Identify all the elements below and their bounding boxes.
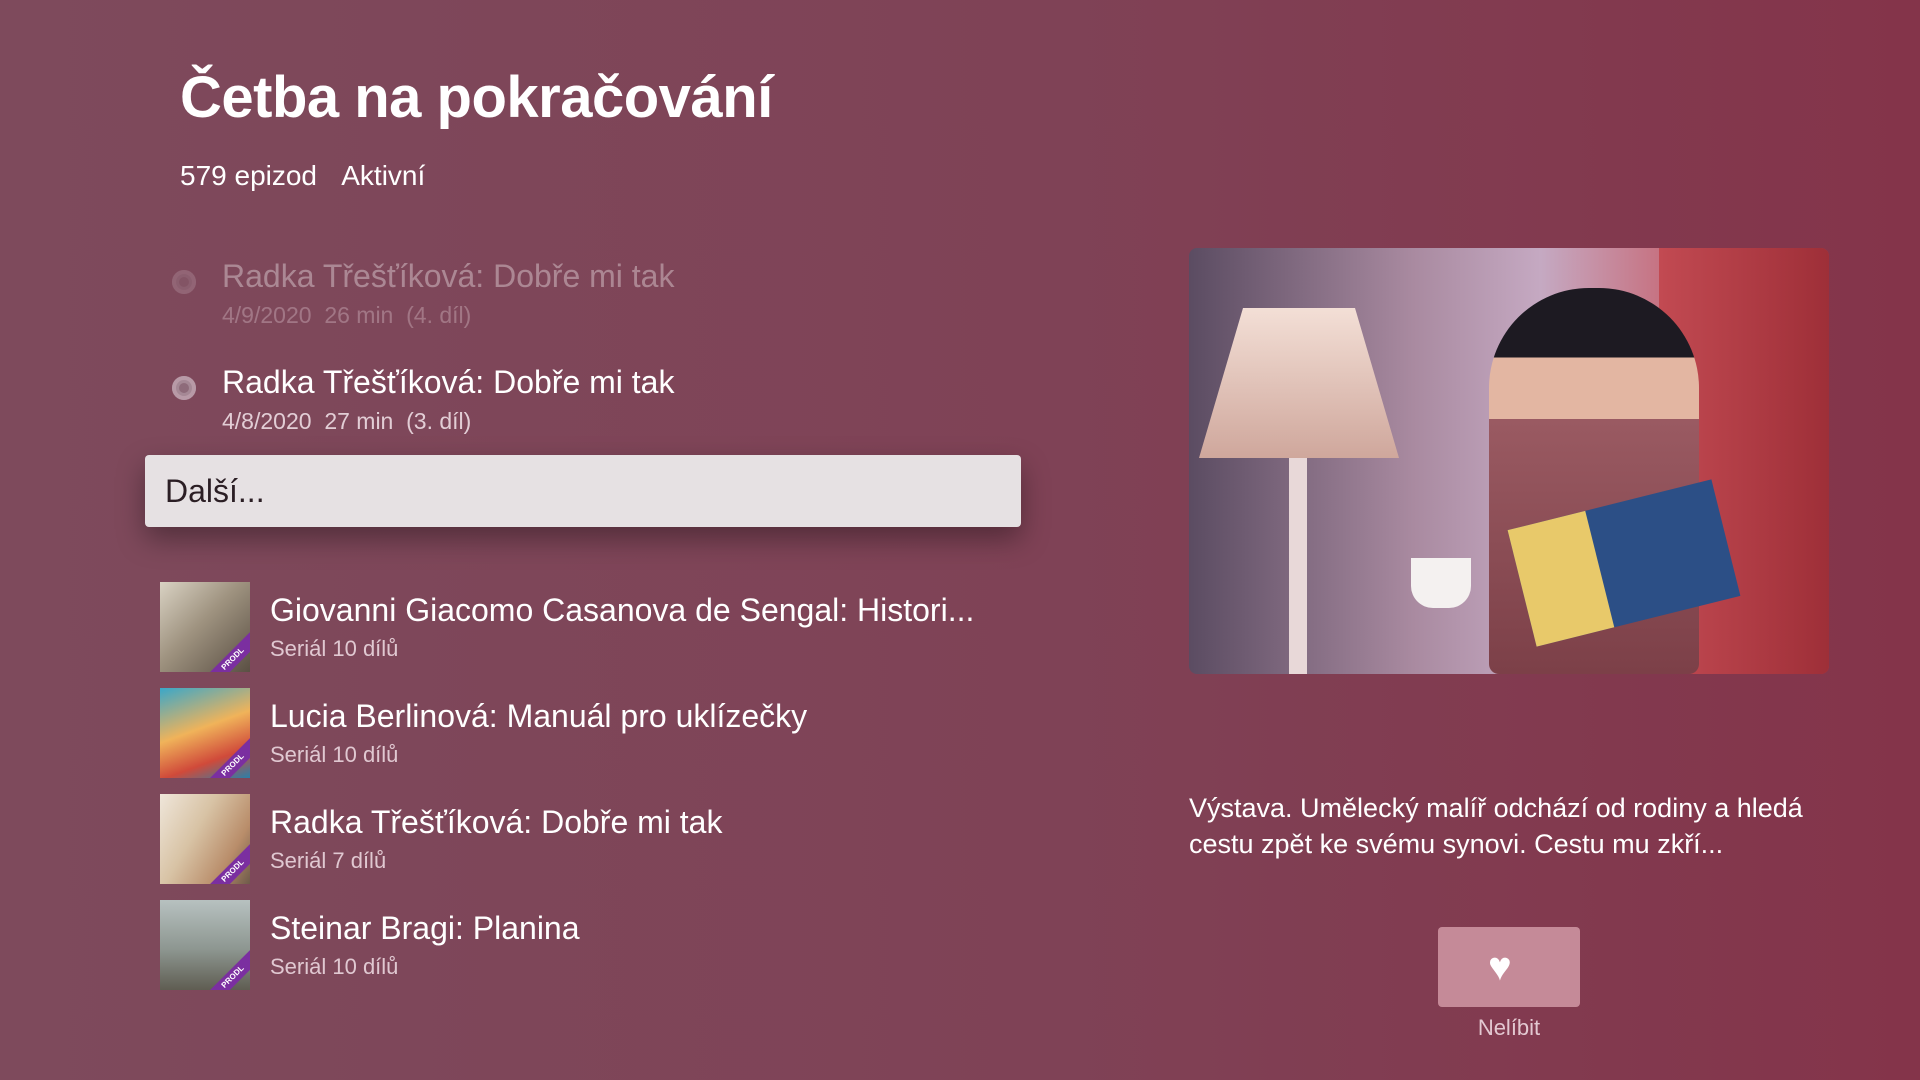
episode-date: 4/8/2020	[222, 408, 312, 434]
status-label: Aktivní	[341, 160, 426, 191]
series-thumbnail: PRODL	[160, 900, 250, 990]
series-item[interactable]: PRODL Lucia Berlinová: Manuál pro uklíze…	[160, 688, 1020, 778]
episode-duration: 27 min	[324, 408, 394, 434]
dislike-label: Nelíbit	[1477, 1015, 1541, 1040]
dislike-button[interactable]: ♥	[1438, 927, 1580, 1007]
episode-title: Radka Třešťíková: Dobře mi tak	[222, 258, 675, 294]
series-subtitle: Seriál 7 dílů	[270, 848, 387, 873]
unplayed-indicator-icon	[172, 376, 196, 400]
series-title: Steinar Bragi: Planina	[270, 910, 580, 946]
episode-artwork	[1189, 248, 1829, 674]
lamp-shape	[1199, 308, 1399, 458]
series-item[interactable]: PRODL Radka Třešťíková: Dobře mi tak Ser…	[160, 794, 1020, 884]
series-badge: PRODL	[203, 841, 250, 884]
series-item[interactable]: PRODL Giovanni Giacomo Casanova de Senga…	[160, 582, 1020, 672]
episode-duration: 26 min	[324, 302, 394, 328]
series-title: Giovanni Giacomo Casanova de Sengal: His…	[270, 592, 975, 628]
series-badge: PRODL	[203, 629, 250, 672]
lamp-pole-shape	[1289, 458, 1307, 674]
series-title: Lucia Berlinová: Manuál pro uklízečky	[270, 698, 808, 734]
series-subtitle: Seriál 10 dílů	[270, 954, 399, 979]
series-thumbnail: PRODL	[160, 688, 250, 778]
episode-description: Výstava. Umělecký malíř odchází od rodin…	[1189, 793, 1803, 859]
series-thumbnail: PRODL	[160, 794, 250, 884]
episode-part: (4. díl)	[406, 302, 472, 328]
episode-meta: 4/8/2020 27 min (3. díl)	[222, 408, 471, 435]
more-episodes-button[interactable]: Další...	[145, 455, 1021, 527]
series-badge: PRODL	[203, 947, 250, 990]
series-subtitle: Seriál 10 dílů	[270, 636, 399, 661]
episode-part: (3. díl)	[406, 408, 472, 434]
episode-title: Radka Třešťíková: Dobře mi tak	[222, 364, 675, 400]
podcast-meta: 579 epizod Aktivní	[180, 160, 443, 192]
series-badge: PRODL	[203, 735, 250, 778]
page-title: Četba na pokračování	[180, 65, 773, 130]
episode-meta: 4/9/2020 26 min (4. díl)	[222, 302, 471, 329]
series-subtitle: Seriál 10 dílů	[270, 742, 399, 767]
series-thumbnail: PRODL	[160, 582, 250, 672]
more-episodes-label: Další...	[165, 473, 265, 509]
series-title: Radka Třešťíková: Dobře mi tak	[270, 804, 723, 840]
episode-date: 4/9/2020	[222, 302, 312, 328]
episode-count: 579 epizod	[180, 160, 318, 191]
series-item[interactable]: PRODL Steinar Bragi: Planina Seriál 10 d…	[160, 900, 1020, 990]
heart-icon: ♥	[1488, 945, 1512, 989]
cup-shape	[1411, 558, 1471, 608]
unplayed-indicator-icon	[172, 270, 196, 294]
